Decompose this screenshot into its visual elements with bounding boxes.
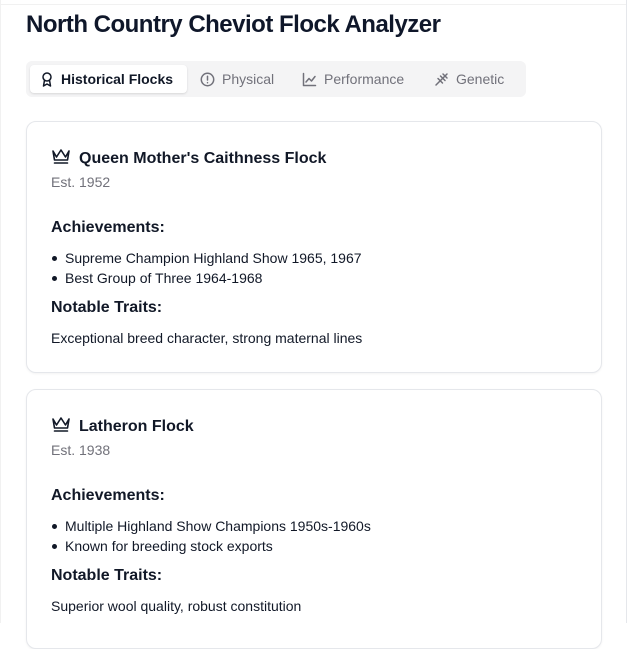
achievement-item: Multiple Highland Show Champions 1950s-1…	[51, 516, 371, 536]
flock-card-header: Queen Mother's Caithness Flock	[51, 147, 326, 170]
flock-card-header: Latheron Flock	[51, 415, 194, 438]
traits-text: Superior wool quality, robust constituti…	[51, 598, 302, 614]
achievement-item: Best Group of Three 1964-1968	[51, 268, 362, 288]
flock-established: Est. 1952	[51, 174, 111, 190]
achievements-list: Supreme Champion Highland Show 1965, 196…	[51, 248, 362, 288]
award-icon	[40, 71, 54, 87]
dna-icon	[434, 72, 449, 87]
achievements-heading: Achievements:	[51, 219, 165, 236]
tab-performance[interactable]: Performance	[292, 65, 420, 93]
tab-label: Genetic	[456, 71, 505, 87]
traits-heading: Notable Traits:	[51, 299, 163, 316]
window-edge-top	[0, 4, 627, 5]
tab-label: Performance	[324, 71, 405, 87]
window-edge-right	[626, 0, 627, 623]
tab-label: Physical	[222, 71, 275, 87]
achievements-heading: Achievements:	[51, 487, 165, 504]
achievement-item: Supreme Champion Highland Show 1965, 196…	[51, 248, 362, 268]
achievement-item: Known for breeding stock exports	[51, 536, 371, 556]
tab-genetic[interactable]: Genetic	[424, 65, 520, 93]
tab-label: Historical Flocks	[61, 71, 174, 87]
flock-card: Queen Mother's Caithness Flock Est. 1952…	[26, 121, 602, 373]
page-title: North Country Cheviot Flock Analyzer	[26, 11, 441, 38]
achievements-list: Multiple Highland Show Champions 1950s-1…	[51, 516, 371, 556]
tab-historical-flocks[interactable]: Historical Flocks	[30, 65, 187, 93]
traits-text: Exceptional breed character, strong mate…	[51, 330, 363, 346]
line-chart-icon	[302, 72, 317, 87]
flock-name: Queen Mother's Caithness Flock	[79, 149, 327, 167]
tab-list: Historical Flocks Physical Performance G…	[26, 61, 526, 97]
crown-icon	[51, 147, 71, 170]
crown-icon	[51, 415, 71, 438]
alert-circle-icon	[200, 72, 215, 87]
flock-name: Latheron Flock	[79, 417, 194, 435]
tab-physical[interactable]: Physical	[190, 65, 284, 93]
flock-established: Est. 1938	[51, 442, 111, 458]
flock-card: Latheron Flock Est. 1938 Achievements: M…	[26, 389, 602, 649]
window-edge-left	[0, 0, 1, 623]
traits-heading: Notable Traits:	[51, 567, 163, 584]
